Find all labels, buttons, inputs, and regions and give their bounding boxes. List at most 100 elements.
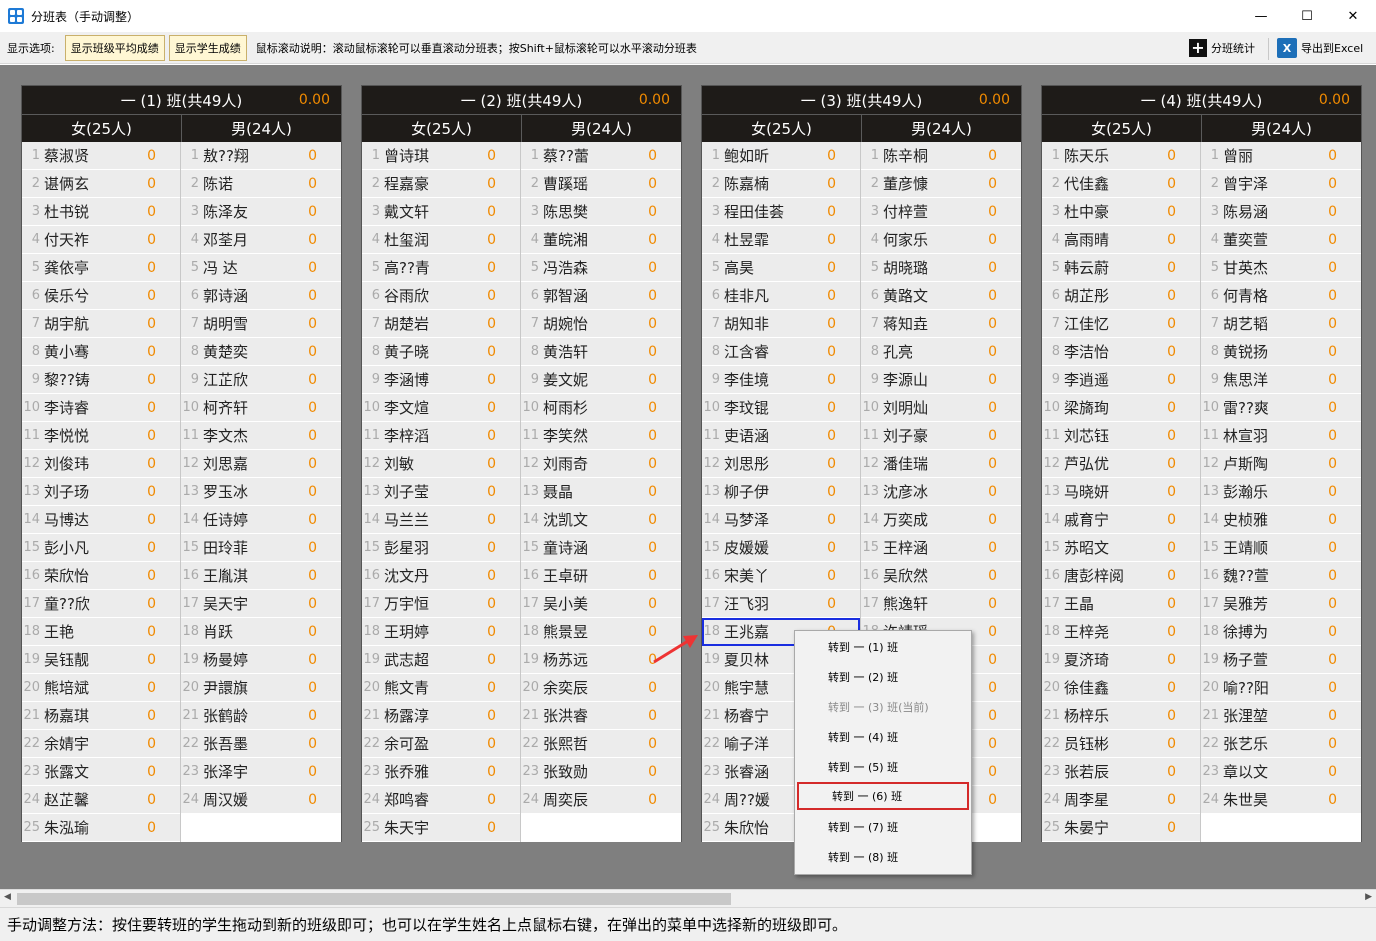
student-row[interactable]: 13 刘子莹 0 — [362, 478, 520, 506]
student-row[interactable]: 19 吴钰靓 0 — [22, 646, 180, 674]
student-row[interactable]: 15 彭星羽 0 — [362, 534, 520, 562]
student-row[interactable]: 1 陈辛桐 0 — [861, 142, 1021, 170]
student-name[interactable]: 胡楚岩 — [384, 313, 484, 334]
student-row[interactable]: 1 曾丽 0 — [1201, 142, 1361, 170]
student-row[interactable]: 22 余可盈 0 — [362, 730, 520, 758]
student-row[interactable]: 4 付天祚 0 — [22, 226, 180, 254]
student-name[interactable]: 侯乐兮 — [44, 285, 144, 306]
student-name[interactable]: 杨嘉琪 — [44, 705, 144, 726]
student-row[interactable]: 12 潘佳瑞 0 — [861, 450, 1021, 478]
student-name[interactable]: 陈泽友 — [203, 201, 303, 222]
student-name[interactable]: 朱晏宁 — [1064, 817, 1164, 838]
student-name[interactable]: 龚依亭 — [44, 257, 144, 278]
student-name[interactable]: 谷雨欣 — [384, 285, 484, 306]
student-row[interactable]: 11 吏语涵 0 — [702, 422, 860, 450]
student-name[interactable]: 黄锐扬 — [1223, 341, 1323, 362]
student-row[interactable]: 11 李悦悦 0 — [22, 422, 180, 450]
student-name[interactable]: 肖跃 — [203, 621, 303, 642]
student-name[interactable]: 程嘉豪 — [384, 173, 484, 194]
student-name[interactable]: 吴欣然 — [883, 565, 983, 586]
student-name[interactable]: 刘俊玮 — [44, 453, 144, 474]
student-row[interactable]: 2 代佳鑫 0 — [1042, 170, 1200, 198]
student-row[interactable]: 21 张鹤龄 0 — [181, 702, 341, 730]
student-name[interactable]: 田玲菲 — [203, 537, 303, 558]
student-row[interactable]: 4 何家乐 0 — [861, 226, 1021, 254]
student-name[interactable]: 张吾墨 — [203, 733, 303, 754]
student-name[interactable]: 吴钰靓 — [44, 649, 144, 670]
student-name[interactable]: 员钰彬 — [1064, 733, 1164, 754]
student-name[interactable]: 董皖湘 — [543, 229, 643, 250]
student-row[interactable]: 7 胡楚岩 0 — [362, 310, 520, 338]
student-row[interactable]: 8 黄子晓 0 — [362, 338, 520, 366]
student-name[interactable]: 黄楚奕 — [203, 341, 303, 362]
student-row[interactable]: 7 胡知非 0 — [702, 310, 860, 338]
student-name[interactable]: 胡明雪 — [203, 313, 303, 334]
student-name[interactable]: 曾宇泽 — [1223, 173, 1323, 194]
student-name[interactable]: 谌俩玄 — [44, 173, 144, 194]
scrollbar-thumb[interactable] — [17, 893, 731, 905]
student-name[interactable]: 张乔雅 — [384, 761, 484, 782]
student-row[interactable]: 7 蒋知垚 0 — [861, 310, 1021, 338]
student-row[interactable]: 7 胡明雪 0 — [181, 310, 341, 338]
student-row[interactable]: 3 程田佳荟 0 — [702, 198, 860, 226]
student-row[interactable]: 11 林宣羽 0 — [1201, 422, 1361, 450]
student-row[interactable]: 9 焦思洋 0 — [1201, 366, 1361, 394]
student-name[interactable]: 杨苏远 — [543, 649, 643, 670]
menu-item-move-class[interactable]: 转到 一 (2) 班 — [795, 663, 971, 691]
student-name[interactable]: 胡晓璐 — [883, 257, 983, 278]
student-name[interactable]: 高雨晴 — [1064, 229, 1164, 250]
student-row[interactable]: 23 章以文 0 — [1201, 758, 1361, 786]
student-name[interactable]: 罗玉冰 — [203, 481, 303, 502]
student-row[interactable]: 8 黄浩轩 0 — [521, 338, 681, 366]
student-name[interactable]: 付梓萱 — [883, 201, 983, 222]
student-name[interactable]: 沈彦冰 — [883, 481, 983, 502]
student-name[interactable]: 黄浩轩 — [543, 341, 643, 362]
student-row[interactable]: 13 刘子玚 0 — [22, 478, 180, 506]
student-name[interactable]: 赵芷馨 — [44, 789, 144, 810]
student-row[interactable]: 5 高??青 0 — [362, 254, 520, 282]
student-row[interactable]: 14 沈凯文 0 — [521, 506, 681, 534]
student-row[interactable]: 4 杜玺润 0 — [362, 226, 520, 254]
student-row[interactable]: 13 柳子伊 0 — [702, 478, 860, 506]
student-name[interactable]: 甘英杰 — [1223, 257, 1323, 278]
student-name[interactable]: 刘明灿 — [883, 397, 983, 418]
student-row[interactable]: 12 刘俊玮 0 — [22, 450, 180, 478]
student-row[interactable]: 12 刘思彤 0 — [702, 450, 860, 478]
student-name[interactable]: 戴文轩 — [384, 201, 484, 222]
menu-item-move-class[interactable]: 转到 一 (1) 班 — [795, 633, 971, 661]
student-name[interactable]: 杨曼婷 — [203, 649, 303, 670]
student-row[interactable]: 8 黄锐扬 0 — [1201, 338, 1361, 366]
student-row[interactable]: 5 韩云蔚 0 — [1042, 254, 1200, 282]
student-name[interactable]: 夏济琦 — [1064, 649, 1164, 670]
student-row[interactable]: 15 田玲菲 0 — [181, 534, 341, 562]
student-name[interactable]: 刘雨奇 — [543, 453, 643, 474]
student-name[interactable]: 郭诗涵 — [203, 285, 303, 306]
student-name[interactable]: 李文煊 — [384, 397, 484, 418]
student-name[interactable]: 彭星羽 — [384, 537, 484, 558]
student-row[interactable]: 21 杨嘉琪 0 — [22, 702, 180, 730]
student-row[interactable]: 16 沈文丹 0 — [362, 562, 520, 590]
student-row[interactable]: 23 张露文 0 — [22, 758, 180, 786]
student-row[interactable]: 23 张乔雅 0 — [362, 758, 520, 786]
student-row[interactable]: 17 吴雅芳 0 — [1201, 590, 1361, 618]
student-name[interactable]: 潘佳瑞 — [883, 453, 983, 474]
student-row[interactable]: 5 高昊 0 — [702, 254, 860, 282]
student-name[interactable]: 张鹤龄 — [203, 705, 303, 726]
student-name[interactable]: 董彦慷 — [883, 173, 983, 194]
student-name[interactable]: 王玥婷 — [384, 621, 484, 642]
student-name[interactable]: 蔡??蕾 — [543, 145, 643, 166]
student-name[interactable]: 胡芷彤 — [1064, 285, 1164, 306]
student-row[interactable]: 8 江含睿 0 — [702, 338, 860, 366]
student-name[interactable]: 吴小美 — [543, 593, 643, 614]
student-name[interactable]: 高昊 — [724, 257, 824, 278]
student-name[interactable]: 胡知非 — [724, 313, 824, 334]
student-row[interactable]: 12 卢斯陶 0 — [1201, 450, 1361, 478]
student-row[interactable]: 2 董彦慷 0 — [861, 170, 1021, 198]
student-name[interactable]: 芦弘优 — [1064, 453, 1164, 474]
student-name[interactable]: 刘芯钰 — [1064, 425, 1164, 446]
student-row[interactable]: 4 杜昱霏 0 — [702, 226, 860, 254]
student-name[interactable]: 黄子晓 — [384, 341, 484, 362]
student-row[interactable]: 9 黎??铸 0 — [22, 366, 180, 394]
class-stats-button[interactable]: + 分班统计 — [1189, 36, 1255, 60]
student-name[interactable]: 王卓研 — [543, 565, 643, 586]
